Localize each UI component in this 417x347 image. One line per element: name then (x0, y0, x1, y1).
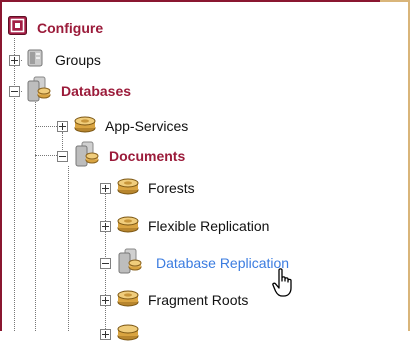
panel-frame-right (408, 0, 410, 331)
expand-icon[interactable] (100, 294, 111, 306)
database-stack-icon (116, 248, 144, 279)
database-stack-icon (73, 141, 101, 172)
database-disk-icon (116, 214, 140, 239)
tree-item-label: Database Replication (156, 255, 290, 271)
tree-guide (68, 166, 69, 331)
tree-item-partial[interactable] (100, 321, 148, 347)
tree-guide (35, 126, 57, 127)
tree-item-label: Fragment Roots (148, 292, 249, 308)
hand-pointer-icon (272, 268, 298, 303)
panel-frame-accent (380, 0, 410, 2)
tree-item-label: App-Services (105, 118, 189, 134)
database-stack-icon (25, 76, 53, 107)
tree-item-label: Databases (61, 83, 132, 99)
database-disk-icon (116, 176, 140, 201)
collapse-icon[interactable] (9, 85, 20, 97)
tree-item-fragment-roots[interactable]: Fragment Roots (100, 287, 248, 313)
collapse-icon[interactable] (100, 257, 111, 269)
server-group-icon (25, 48, 47, 73)
tree-root-configure[interactable]: Configure (8, 15, 103, 41)
tree-item-app-services[interactable]: App-Services (57, 113, 188, 139)
tree-guide (35, 98, 36, 331)
tree-item-groups[interactable]: Groups (9, 47, 101, 73)
tree-item-label: Forests (148, 180, 195, 196)
expand-icon[interactable] (100, 182, 111, 194)
expand-icon[interactable] (100, 220, 111, 232)
tree-item-flexible-replication[interactable]: Flexible Replication (100, 213, 269, 239)
expand-icon[interactable] (57, 120, 68, 132)
database-disk-icon (73, 114, 97, 139)
tree-item-databases[interactable]: Databases (9, 76, 132, 107)
tree-root-label: Configure (37, 20, 104, 36)
tree-item-label: Documents (109, 148, 186, 164)
configure-icon (8, 16, 27, 40)
tree-item-label: Groups (55, 52, 101, 68)
tree-guide (35, 155, 57, 156)
tree-item-documents[interactable]: Documents (57, 141, 186, 172)
expand-icon[interactable] (100, 328, 111, 340)
tree-item-database-replication[interactable]: Database Replication (100, 248, 290, 279)
database-disk-icon (116, 288, 140, 313)
database-disk-icon (116, 322, 140, 347)
tree-item-label: Flexible Replication (148, 218, 270, 234)
tree-item-forests[interactable]: Forests (100, 175, 195, 201)
collapse-icon[interactable] (57, 150, 68, 162)
expand-icon[interactable] (9, 54, 20, 66)
